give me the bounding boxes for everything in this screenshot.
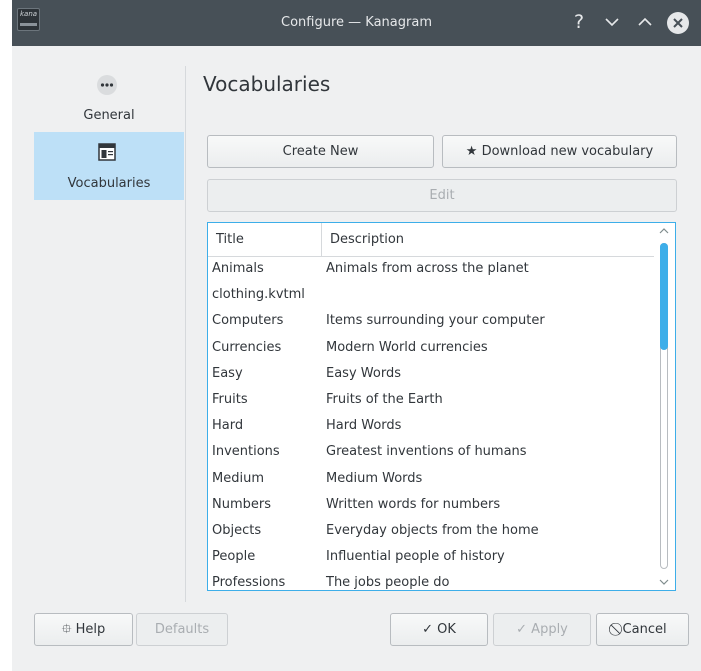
- cell-description: Modern World currencies: [326, 339, 488, 355]
- more-dots-icon: [96, 74, 118, 96]
- cell-description: Animals from across the planet: [326, 261, 529, 276]
- table-row[interactable]: Medium Medium Words: [208, 466, 654, 492]
- vocabulary-list-icon: [96, 141, 118, 163]
- table-body: Animals Animals from across the planet clo…: [208, 256, 654, 591]
- checkmark-icon: ✓: [516, 622, 528, 637]
- checkmark-icon: ✓: [422, 622, 433, 637]
- cell-title: Objects: [212, 522, 262, 538]
- page-title: Vocabularies: [203, 72, 331, 96]
- table-row[interactable]: clothing.kvtml: [208, 282, 654, 308]
- table-row[interactable]: Professions The jobs people do: [208, 570, 654, 591]
- help-button-icon: ⯐: [61, 622, 72, 637]
- create-new-button[interactable]: Create New: [207, 135, 434, 168]
- cell-description: Written words for numbers: [326, 496, 501, 512]
- cell-title: Medium: [212, 470, 264, 486]
- cell-description: The jobs people do: [326, 575, 450, 591]
- table-row[interactable]: Fruits Fruits of the Earth: [208, 387, 654, 413]
- cell-description: Influential people of history: [326, 549, 505, 565]
- maximize-icon[interactable]: [634, 11, 656, 33]
- column-header-title[interactable]: Title: [208, 223, 322, 256]
- cell-title: Fruits: [212, 391, 248, 407]
- scrollbar-thumb[interactable]: [660, 243, 668, 350]
- column-header-description[interactable]: Description: [322, 223, 654, 256]
- defaults-button[interactable]: Defaults: [136, 613, 228, 646]
- sidebar-divider: [185, 66, 186, 602]
- table-row[interactable]: People Influential people of history: [208, 544, 654, 570]
- window-title: Configure — Kanagram: [281, 15, 432, 30]
- help-label: Help: [75, 622, 106, 637]
- sidebar-item-general[interactable]: General: [34, 64, 184, 132]
- close-icon[interactable]: [667, 12, 689, 34]
- cancel-label: Cancel: [622, 622, 667, 637]
- table-row[interactable]: Inventions Greatest inventions of humans: [208, 439, 654, 465]
- help-button[interactable]: ⯐ Help: [34, 613, 133, 646]
- help-icon[interactable]: ?: [568, 11, 590, 33]
- window-titlebar[interactable]: kana Configure — Kanagram ?: [12, 0, 701, 46]
- star-icon: ★: [465, 144, 478, 159]
- sidebar: General Vocabularies: [12, 46, 187, 606]
- cell-description: Easy Words: [326, 365, 401, 381]
- apply-label: Apply: [531, 622, 568, 637]
- cell-title: Currencies: [212, 339, 282, 355]
- table-row[interactable]: Hard Hard Words: [208, 413, 654, 439]
- vocabulary-table[interactable]: Title Description Animals Animals from ac…: [207, 222, 676, 591]
- sidebar-item-label: Vocabularies: [67, 176, 151, 191]
- cell-description: Fruits of the Earth: [326, 391, 443, 407]
- cell-title: People: [212, 549, 256, 565]
- table-row[interactable]: Animals Animals from across the planet: [208, 256, 654, 282]
- cell-description: Greatest inventions of humans: [326, 444, 527, 460]
- scroll-up-icon[interactable]: [658, 225, 670, 237]
- table-header: Title Description: [208, 223, 654, 257]
- cell-title: Professions: [212, 575, 286, 591]
- table-row[interactable]: Objects Everyday objects from the home: [208, 518, 654, 544]
- cell-title: Hard: [212, 418, 244, 434]
- cell-title: Animals: [212, 261, 264, 276]
- cell-title: Inventions: [212, 444, 280, 460]
- minimize-icon[interactable]: [601, 11, 623, 33]
- cell-title: Easy: [212, 365, 243, 381]
- sidebar-item-label: General: [83, 108, 135, 123]
- cell-description: Hard Words: [326, 418, 402, 434]
- ok-label: OK: [437, 622, 456, 637]
- table-row[interactable]: Numbers Written words for numbers: [208, 492, 654, 518]
- cell-description: Everyday objects from the home: [326, 522, 539, 538]
- sidebar-item-vocabularies[interactable]: Vocabularies: [34, 132, 184, 200]
- edit-button[interactable]: Edit: [207, 179, 677, 212]
- cell-title: Numbers: [212, 496, 271, 512]
- vertical-scrollbar[interactable]: [654, 223, 675, 590]
- cell-description: Items surrounding your computer: [326, 313, 545, 329]
- table-row[interactable]: Computers Items surrounding your computer: [208, 308, 654, 334]
- ok-button[interactable]: ✓ OK: [390, 613, 488, 646]
- table-row[interactable]: Currencies Modern World currencies: [208, 335, 654, 361]
- scroll-down-icon[interactable]: [658, 576, 670, 588]
- download-new-vocabulary-button[interactable]: ★ Download new vocabulary: [442, 135, 677, 168]
- configure-window: kana Configure — Kanagram ? General Voca…: [12, 0, 701, 671]
- download-label: Download new vocabulary: [481, 144, 654, 159]
- apply-button[interactable]: ✓ Apply: [493, 613, 591, 646]
- table-row[interactable]: Easy Easy Words: [208, 361, 654, 387]
- cell-description: Medium Words: [326, 470, 423, 486]
- dialog-body: General Vocabularies Vocabularies Create…: [12, 46, 701, 671]
- cell-title: clothing.kvtml: [212, 287, 305, 303]
- cell-title: Computers: [212, 313, 284, 329]
- cancel-button[interactable]: ⃠ Cancel: [596, 613, 689, 646]
